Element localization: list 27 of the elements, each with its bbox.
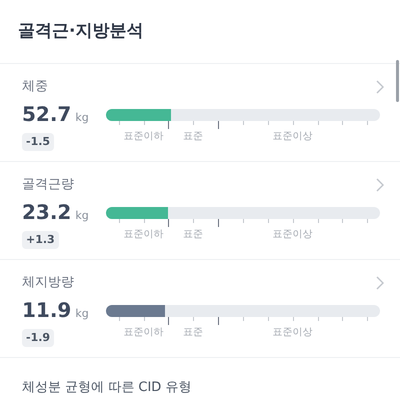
unit-label: kg [75,306,89,322]
unit-label: kg [75,208,89,224]
scale-label: 표준이하 [124,229,164,241]
section-title: 체성분 균형에 따른 CID 유형 [22,380,192,395]
scrollbar[interactable] [396,60,399,102]
metric-value: 52.7 [22,102,72,126]
metric-value: 23.2 [22,200,72,224]
chevron-right-icon[interactable] [376,80,384,94]
change-badge: -1.9 [22,328,54,346]
scale-label: 표준이상 [272,131,313,143]
scale-label: 표준이하 [124,327,164,339]
metric-label: 체지방량 [22,274,74,292]
scale-label: 표준이하 [124,131,164,143]
metric-label: 체중 [22,78,48,96]
chevron-right-icon[interactable] [376,276,384,290]
scale-label: 표준 [183,131,204,143]
scale-label: 표준 [183,229,204,241]
scale-label: 표준이상 [272,327,313,339]
metric-value: 11.9 [22,298,72,322]
metric-label: 골격근량 [22,176,74,194]
scale-label: 표준 [183,327,204,339]
change-badge: +1.3 [22,230,59,248]
scale-label: 표준이상 [272,229,313,241]
unit-label: kg [75,110,89,126]
chevron-right-icon[interactable] [376,178,384,192]
change-badge: -1.5 [22,132,54,150]
page-title: 골격근·지방분석 [18,20,144,43]
